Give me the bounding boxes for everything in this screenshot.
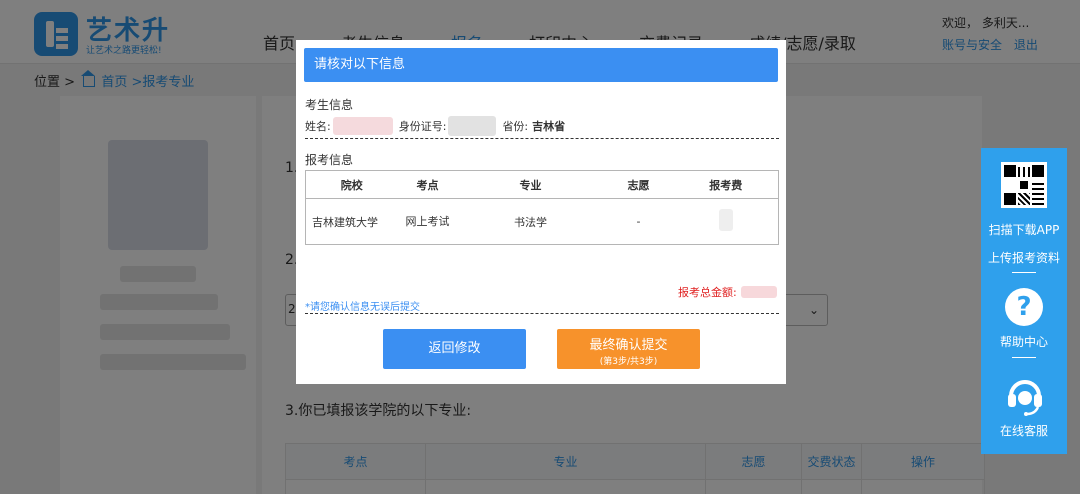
dashed-divider bbox=[305, 138, 779, 139]
upload-materials-link[interactable]: 上传报考资料 bbox=[981, 249, 1067, 266]
final-submit-label: 最终确认提交 bbox=[589, 338, 668, 353]
table-header-wish: 志愿 bbox=[603, 170, 674, 199]
school-cell: 吉林建筑大学 bbox=[312, 215, 378, 229]
candidate-info-heading: 考生信息 bbox=[305, 98, 354, 112]
id-value-redacted bbox=[448, 116, 497, 136]
fee-value-redacted bbox=[718, 209, 733, 231]
back-edit-button[interactable]: 返回修改 bbox=[383, 329, 526, 369]
confirm-dialog: 请核对以下信息 考生信息 姓名: 身份证号: 省份: 吉林省 报考信息 院校 考… bbox=[296, 40, 786, 384]
dashed-divider bbox=[305, 313, 779, 314]
table-header-school: 院校 bbox=[305, 170, 398, 199]
name-value-redacted bbox=[332, 117, 393, 135]
province-value: 吉林省 bbox=[532, 120, 566, 133]
download-app-link[interactable]: 扫描下载APP bbox=[981, 221, 1067, 238]
qr-code-icon bbox=[1001, 162, 1047, 208]
online-service-link[interactable]: 在线客服 bbox=[981, 422, 1067, 439]
id-label: 身份证号: bbox=[398, 120, 447, 133]
table-header-fee: 报考费 bbox=[673, 170, 779, 199]
total-value-redacted bbox=[740, 286, 777, 298]
divider bbox=[1012, 357, 1036, 358]
candidate-info-row: 姓名: 身份证号: 省份: 吉林省 bbox=[305, 116, 565, 136]
divider bbox=[1012, 272, 1036, 273]
table-header-point: 考点 bbox=[397, 170, 458, 199]
table-row: 吉林建筑大学 网上考试 书法学 - bbox=[306, 199, 779, 245]
apply-info-table: 院校 考点 专业 志愿 报考费 吉林建筑大学 网上考试 书法学 - bbox=[305, 170, 779, 245]
wish-cell: - bbox=[636, 215, 641, 228]
exam-point-cell: 网上考试 bbox=[405, 215, 450, 228]
total-amount: 报考总金额: bbox=[678, 284, 777, 300]
fee-cell bbox=[674, 199, 779, 245]
apply-info-heading: 报考信息 bbox=[305, 153, 354, 167]
float-sidebar: 扫描下载APP 上传报考资料 ? 帮助中心 在线客服 bbox=[981, 148, 1067, 454]
major-cell: 书法学 bbox=[514, 215, 547, 229]
name-label: 姓名: bbox=[305, 120, 331, 133]
dialog-title: 请核对以下信息 bbox=[304, 48, 778, 82]
province-label: 省份: bbox=[502, 120, 529, 133]
headset-icon[interactable] bbox=[1005, 374, 1045, 416]
help-icon[interactable]: ? bbox=[1005, 288, 1043, 326]
final-submit-button[interactable]: 最终确认提交 (第3步/共3步) bbox=[557, 329, 700, 369]
confirm-hint: *请您确认信息无误后提交 bbox=[305, 302, 420, 313]
table-header-major: 专业 bbox=[457, 170, 604, 199]
final-submit-step: (第3步/共3步) bbox=[599, 357, 658, 367]
help-center-link[interactable]: 帮助中心 bbox=[981, 333, 1067, 350]
total-label: 报考总金额: bbox=[678, 286, 737, 299]
